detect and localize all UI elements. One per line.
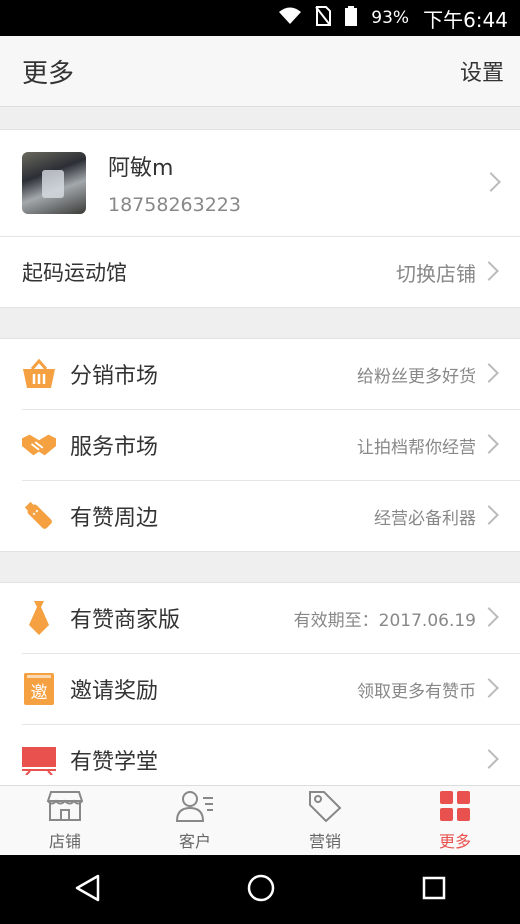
menu-item-hint: 领取更多有赞币 [357, 681, 476, 702]
grid-icon [439, 790, 471, 828]
top-header: 更多 设置 [0, 36, 520, 107]
menu-item-hint: 有效期至：2017.06.19 [293, 610, 476, 631]
avatar [22, 152, 86, 214]
tab-customer[interactable]: 客户 [130, 786, 260, 856]
chevron-right-icon [479, 607, 499, 627]
store-name: 起码运动馆 [22, 261, 127, 285]
tab-label: 更多 [438, 832, 471, 851]
menu-item-merchandise[interactable]: 有赞周边 经营必备利器 [22, 481, 520, 551]
menu-item-service-market[interactable]: 服务市场 让拍档帮你经营 [22, 410, 520, 481]
menu-item-distribution-market[interactable]: 分销市场 给粉丝更多好货 [22, 339, 520, 410]
chevron-right-icon [479, 505, 499, 525]
tag-icon [308, 790, 342, 828]
menu-item-label: 有赞学堂 [70, 750, 159, 775]
basket-icon [22, 357, 56, 391]
handshake-icon [22, 428, 56, 462]
profile-row[interactable]: 阿敏m 18758263223 [0, 130, 520, 237]
profile-name: 阿敏m [108, 156, 174, 181]
menu-item-label: 有赞周边 [70, 506, 159, 531]
back-icon[interactable] [74, 874, 100, 906]
menu-item-hint: 经营必备利器 [374, 508, 476, 529]
tie-icon [22, 601, 56, 635]
chevron-right-icon [479, 749, 499, 769]
tab-label: 客户 [178, 832, 211, 851]
status-bar: 93% 下午6:44 [0, 0, 520, 36]
svg-text:邀: 邀 [31, 683, 48, 703]
tab-store[interactable]: 店铺 [0, 786, 130, 856]
usb-icon [22, 499, 56, 533]
clock-text: 下午6:44 [423, 7, 508, 32]
chevron-right-icon [479, 434, 499, 454]
system-nav-bar [0, 855, 520, 924]
chevron-right-icon [481, 172, 501, 192]
chevron-right-icon [479, 261, 499, 281]
battery-text: 93% [371, 8, 410, 28]
battery-icon [345, 5, 358, 31]
menu-item-label: 服务市场 [70, 435, 159, 460]
board-icon [22, 743, 56, 777]
profile-phone: 18758263223 [108, 194, 241, 216]
menu-item-label: 邀请奖励 [70, 679, 159, 704]
tab-more[interactable]: 更多 [390, 786, 520, 856]
menu-item-label: 有赞商家版 [70, 608, 181, 633]
menu-item-invite-reward[interactable]: 邀 邀请奖励 领取更多有赞币 [22, 654, 520, 725]
tab-marketing[interactable]: 营销 [260, 786, 390, 856]
menu-item-hint: 让拍档帮你经营 [357, 437, 476, 458]
store-icon [46, 790, 84, 828]
page-title: 更多 [22, 58, 75, 89]
menu-item-merchant-edition[interactable]: 有赞商家版 有效期至：2017.06.19 [22, 583, 520, 654]
profile-card: 阿敏m 18758263223 起码运动馆 切换店铺 [0, 129, 520, 308]
bottom-tab-bar: 店铺 客户 营销 更多 [0, 785, 520, 856]
settings-button[interactable]: 设置 [460, 55, 504, 87]
invite-icon: 邀 [22, 672, 56, 706]
switch-store-link[interactable]: 切换店铺 [396, 258, 476, 287]
chevron-right-icon [479, 678, 499, 698]
wifi-icon [279, 7, 302, 30]
recents-icon[interactable] [422, 876, 446, 904]
no-sim-icon [315, 5, 332, 31]
tab-label: 店铺 [48, 832, 81, 851]
chevron-right-icon [479, 363, 499, 383]
menu-item-hint: 给粉丝更多好货 [357, 366, 476, 387]
store-row[interactable]: 起码运动馆 切换店铺 [0, 237, 520, 307]
tab-label: 营销 [308, 832, 341, 851]
customer-icon [175, 790, 214, 828]
menu-item-label: 分销市场 [70, 364, 159, 389]
home-icon[interactable] [247, 874, 275, 906]
menu-group-account: 有赞商家版 有效期至：2017.06.19 邀 邀请奖励 领取更多有赞币 有赞学… [0, 582, 520, 796]
menu-group-market: 分销市场 给粉丝更多好货 服务市场 让拍档帮你经营 有赞周边 经营必备利器 [0, 338, 520, 552]
